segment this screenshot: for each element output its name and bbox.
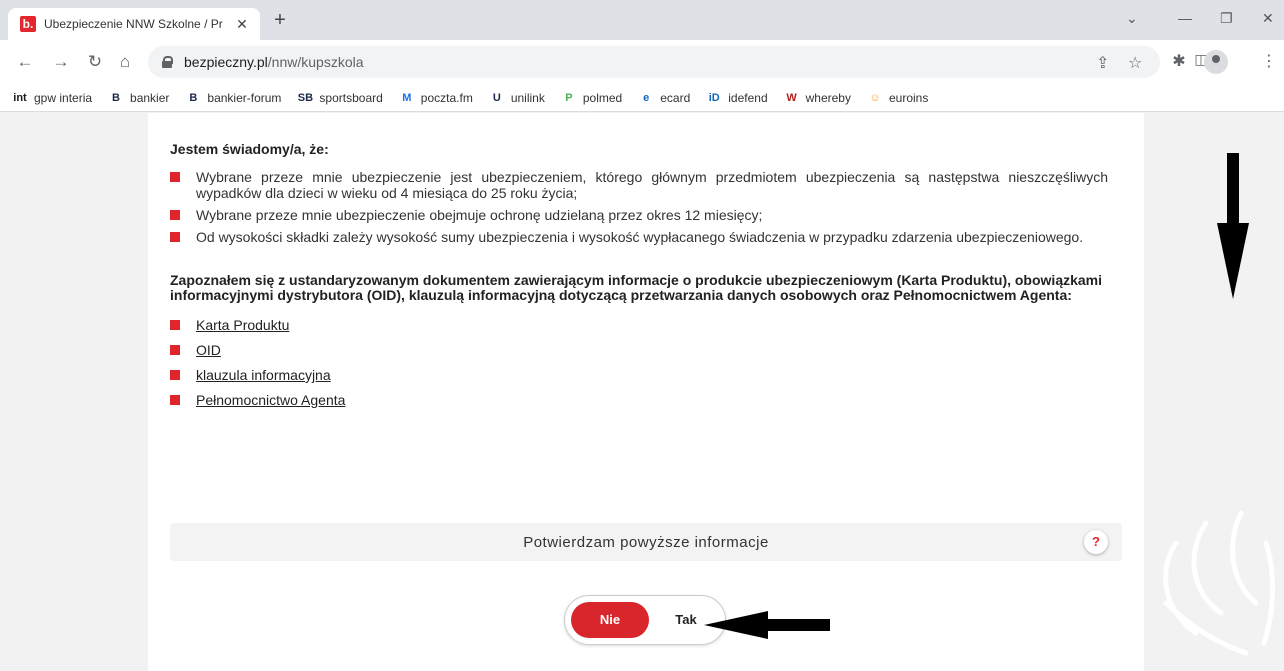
bookmark-favicon-icon: B (189, 91, 198, 104)
documents-list: Karta Produktu OID klauzula informacyjna… (170, 317, 1108, 408)
bookmark-label: unilink (510, 90, 545, 105)
profile-avatar-icon[interactable] (1204, 50, 1228, 74)
statement-list: Wybrane przeze mnie ubezpieczenie jest u… (170, 169, 1108, 245)
bookmark-label: gpw interia (34, 90, 93, 105)
forward-icon[interactable]: → (50, 51, 72, 73)
bookmark-whereby[interactable]: Wwhereby (784, 90, 851, 106)
bookmarks-bar: int gpw interia Bbankier Bbankier-forum SB sp… (0, 84, 1284, 112)
bullet-square-icon (170, 210, 180, 220)
extensions-icon[interactable]: ✱ (1168, 51, 1190, 71)
minimize-icon[interactable]: — (1178, 10, 1192, 26)
bullet-square-icon (170, 370, 180, 380)
document-item: Pełnomocnictwo Agenta (170, 392, 1108, 408)
document-item: klauzula informacyjna (170, 367, 1108, 383)
bookmark-sportsboard[interactable]: SB sportsboard (297, 90, 383, 106)
bookmark-label: polmed (582, 90, 623, 105)
bankier-favicon-icon: b. (20, 16, 36, 32)
page-viewport: Jestem świadomy/a, że: Wybrane przeze mn… (0, 113, 1284, 671)
menu-kebab-icon[interactable]: ⋮ (1258, 51, 1280, 71)
bookmark-favicon-icon: iD (708, 91, 720, 104)
karta-produktu-link[interactable]: Karta Produktu (196, 317, 289, 333)
down-arrow-annotation-icon (1217, 153, 1249, 299)
bookmark-favicon-icon: M (402, 91, 412, 104)
bookmark-poczta-fm[interactable]: Mpoczta.fm (399, 90, 473, 106)
bookmark-label: idefend (728, 90, 768, 105)
bookmark-favicon-icon: P (565, 91, 573, 104)
bookmark-label: bankier-forum (207, 90, 282, 105)
bullet-square-icon (170, 232, 180, 242)
bookmark-gpw-interia[interactable]: int gpw interia (12, 90, 92, 106)
tab-bar: b. Ubezpieczenie NNW Szkolne / Pr ✕ + ⌄ … (0, 0, 1284, 40)
bookmark-favicon-icon: B (112, 91, 120, 104)
url-host: bezpieczny.pl (184, 54, 268, 70)
yes-no-toggle[interactable]: Nie Tak (564, 595, 726, 645)
share-icon[interactable]: ⇪ (1096, 53, 1109, 73)
bookmark-ecard[interactable]: e ecard (638, 90, 690, 106)
reload-icon[interactable]: ↻ (84, 51, 106, 73)
klauzula-link[interactable]: klauzula informacyjna (196, 367, 331, 383)
bookmark-favicon-icon: U (492, 91, 501, 104)
new-tab-button[interactable]: + (268, 9, 292, 32)
bookmark-label: bankier (130, 90, 170, 105)
bookmark-star-icon[interactable]: ☆ (1128, 53, 1142, 73)
bullet-square-icon (170, 395, 180, 405)
browser-toolbar: ← → ↻ ⌂ bezpieczny.pl/nnw/kupszkola ⇪ ☆ … (0, 40, 1284, 84)
bookmark-bankier[interactable]: Bbankier (108, 90, 169, 106)
bookmark-label: euroins (888, 90, 929, 105)
bookmark-favicon-icon: int (13, 91, 27, 104)
confirm-label-bar: Potwierdzam powyższe informacje (170, 523, 1122, 561)
left-arrow-annotation-icon (704, 611, 830, 639)
bookmark-label: whereby (805, 90, 851, 105)
statement-item: Od wysokości składki zależy wysokość sum… (170, 229, 1108, 245)
statement-text: Wybrane przeze mnie ubezpieczenie jest u… (196, 169, 1108, 201)
statement-item: Wybrane przeze mnie ubezpieczenie jest u… (170, 169, 1108, 201)
browser-tab[interactable]: b. Ubezpieczenie NNW Szkolne / Pr ✕ (8, 8, 260, 40)
bookmark-label: ecard (660, 90, 691, 105)
bullet-square-icon (170, 172, 180, 182)
tab-search-icon[interactable]: ⌄ (1126, 10, 1138, 27)
document-item: Karta Produktu (170, 317, 1108, 333)
window-close-icon[interactable]: ✕ (1262, 10, 1274, 27)
home-icon[interactable]: ⌂ (114, 51, 136, 73)
restore-icon[interactable]: ❐ (1220, 10, 1233, 27)
consent-card: Jestem świadomy/a, że: Wybrane przeze mn… (148, 113, 1144, 671)
lock-icon (162, 56, 173, 68)
consent-content: Jestem świadomy/a, że: Wybrane przeze mn… (170, 141, 1108, 417)
bookmark-favicon-icon: e (643, 91, 650, 104)
bookmark-favicon-icon: W (786, 91, 797, 104)
lion-watermark-icon (1163, 510, 1276, 656)
bookmark-favicon-icon: SB (297, 91, 314, 104)
tab-title: Ubezpieczenie NNW Szkolne / Pr (44, 17, 223, 31)
address-bar[interactable]: bezpieczny.pl/nnw/kupszkola ⇪ ☆ (148, 46, 1160, 78)
bookmark-favicon-icon: ☺ (869, 91, 881, 104)
no-option-button[interactable]: Nie (571, 602, 649, 638)
pelnomocnictwo-link[interactable]: Pełnomocnictwo Agenta (196, 392, 345, 408)
document-item: OID (170, 342, 1108, 358)
awareness-heading: Jestem świadomy/a, że: (170, 141, 329, 157)
url-path: /nnw/kupszkola (267, 54, 364, 70)
bookmark-polmed[interactable]: Ppolmed (561, 90, 622, 106)
bookmark-label: sportsboard (319, 90, 383, 105)
bookmark-label: poczta.fm (420, 90, 473, 105)
bookmark-euroins[interactable]: ☺ euroins (867, 90, 928, 106)
bullet-square-icon (170, 345, 180, 355)
oid-link[interactable]: OID (196, 342, 221, 358)
close-tab-icon[interactable]: ✕ (234, 16, 250, 33)
help-button[interactable]: ? (1084, 530, 1108, 554)
statement-item: Wybrane przeze mnie ubezpieczenie obejmu… (170, 207, 1108, 223)
statement-text: Od wysokości składki zależy wysokość sum… (196, 229, 1084, 245)
statement-text: Wybrane przeze mnie ubezpieczenie obejmu… (196, 207, 763, 223)
bookmark-idefend[interactable]: iD idefend (706, 90, 768, 106)
documents-heading: Zapoznałem się z ustandaryzowanym dokume… (170, 272, 1103, 303)
bookmark-unilink[interactable]: Uunilink (489, 90, 545, 106)
back-icon[interactable]: ← (14, 51, 36, 73)
bookmark-bankier-forum[interactable]: Bbankier-forum (185, 90, 281, 106)
bullet-square-icon (170, 320, 180, 330)
